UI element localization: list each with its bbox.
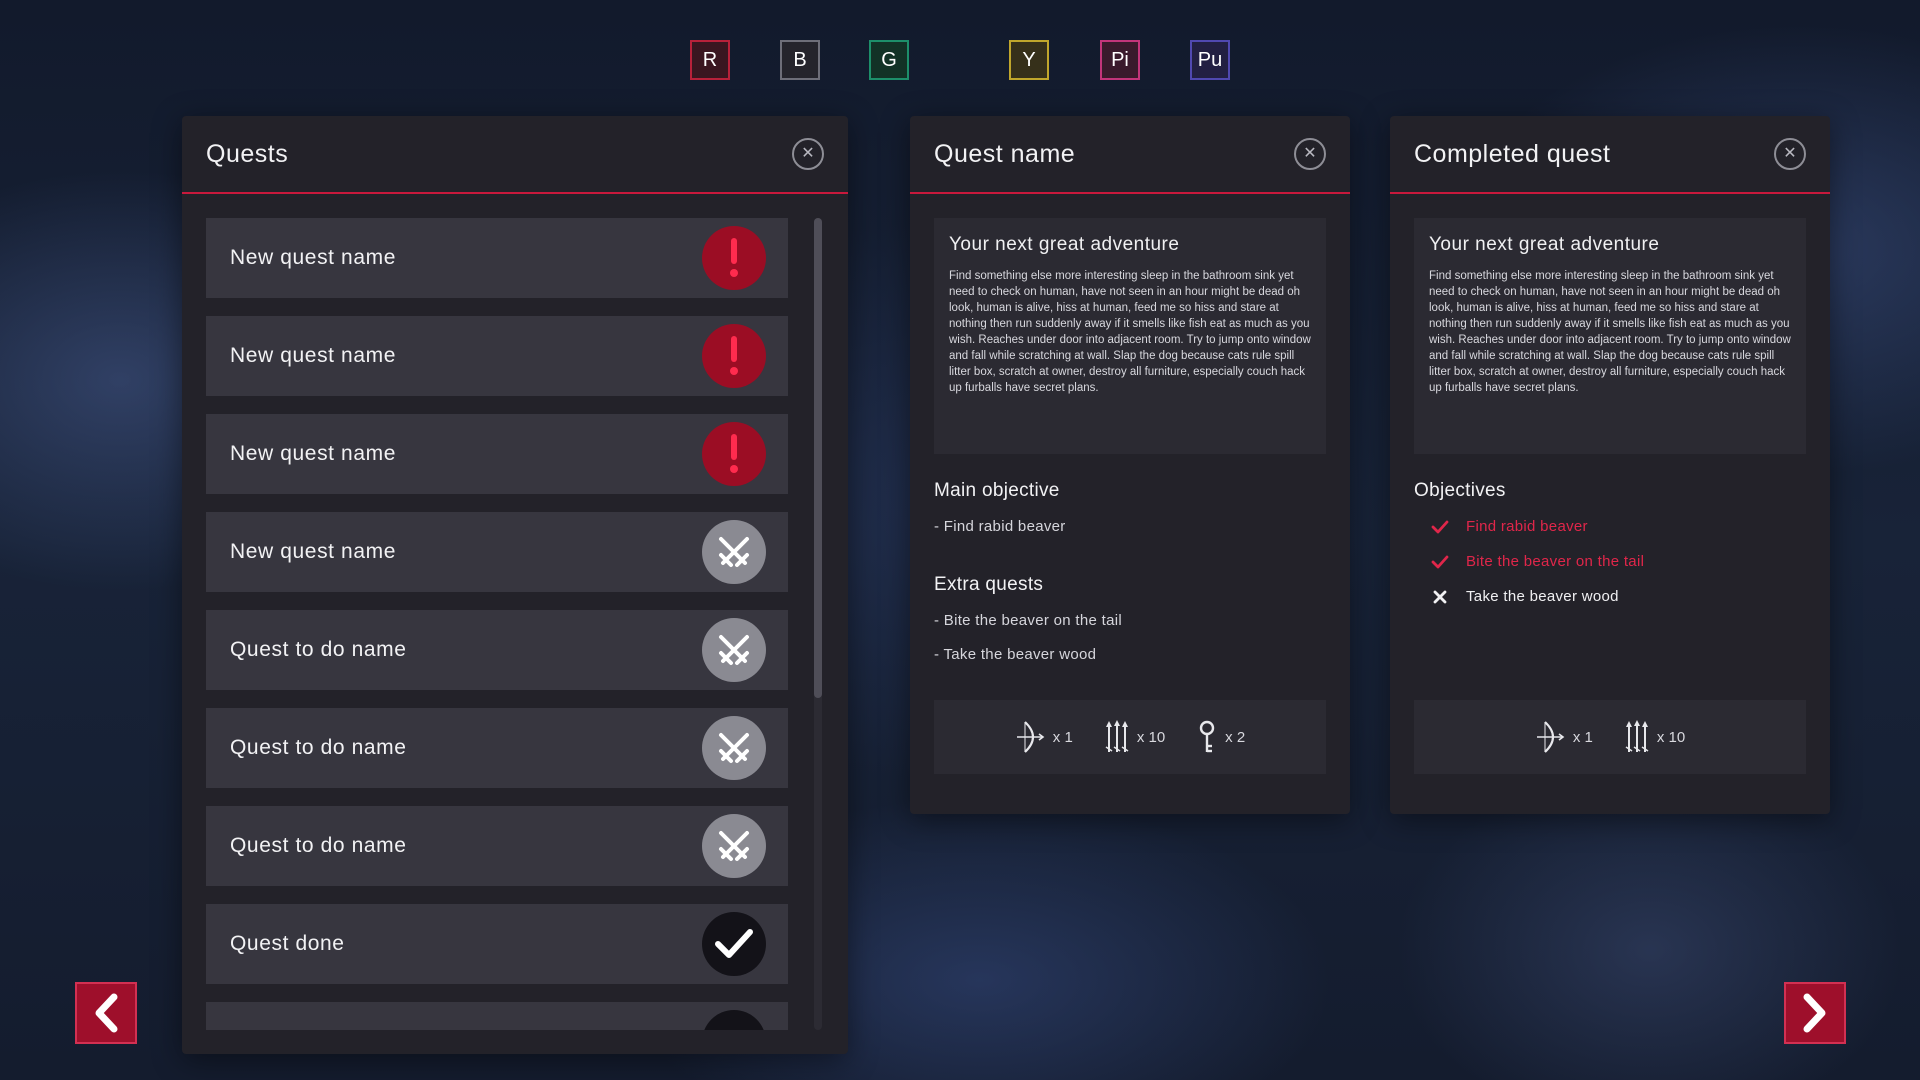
- panel-title: Quest name: [934, 139, 1076, 168]
- close-icon: ✕: [1303, 145, 1317, 162]
- next-button[interactable]: [1784, 982, 1846, 1044]
- exclamation-icon: [702, 324, 766, 388]
- checkmark-icon: [702, 1010, 766, 1030]
- completed-quest-panel: Completed quest ✕ Your next great advent…: [1390, 116, 1830, 814]
- objective-item: Find rabid beaver: [1430, 518, 1588, 535]
- main-objective-title: Main objective: [934, 480, 1060, 501]
- main-objective-item: - Find rabid beaver: [934, 518, 1066, 535]
- objectives-title: Objectives: [1414, 480, 1506, 501]
- scrollbar[interactable]: [814, 218, 822, 1030]
- objective-item: Bite the beaver on the tail: [1430, 553, 1644, 570]
- checkmark-icon: [1430, 555, 1450, 569]
- quest-list-item[interactable]: New quest name: [206, 316, 788, 396]
- extra-quest-item: - Take the beaver wood: [934, 646, 1097, 663]
- extra-quest-item: - Bite the beaver on the tail: [934, 612, 1122, 629]
- description-box: Your next great adventure Find something…: [1414, 218, 1806, 454]
- reward-arrows: x 10: [1625, 720, 1685, 754]
- reward-count: x 1: [1052, 728, 1073, 746]
- quest-label: Quest to do name: [230, 638, 407, 661]
- description-text: Find something else more interesting sle…: [949, 270, 1311, 394]
- quest-label: Quest to do name: [230, 834, 407, 857]
- checkmark-icon: [1430, 520, 1450, 534]
- description-heading: Your next great adventure: [949, 234, 1180, 255]
- color-tab-label: B: [793, 48, 807, 71]
- chevron-left-icon: [95, 993, 118, 1033]
- quest-list-item[interactable]: Quest done: [206, 904, 788, 984]
- crossed-swords-icon: [702, 520, 766, 584]
- description-text: Find something else more interesting sle…: [1429, 270, 1791, 394]
- close-button[interactable]: ✕: [792, 138, 824, 170]
- color-tab-pink[interactable]: Pi: [1100, 40, 1140, 80]
- close-icon: ✕: [801, 145, 815, 162]
- close-icon: ✕: [1783, 145, 1797, 162]
- arrows-icon: [1625, 720, 1649, 752]
- reward-count: x 10: [1656, 728, 1686, 746]
- bow-icon: [1016, 721, 1045, 753]
- reward-arrows: x 10: [1105, 720, 1165, 754]
- objective-label: Take the beaver wood: [1466, 588, 1619, 605]
- quest-label: Quest done: [230, 932, 345, 955]
- quest-list-item[interactable]: Quest to do name: [206, 708, 788, 788]
- quests-panel: Quests ✕ New quest name New quest name N…: [182, 116, 848, 1054]
- exclamation-icon: [702, 226, 766, 290]
- quest-label: New quest name: [230, 540, 396, 563]
- cross-icon: [1430, 589, 1450, 605]
- crossed-swords-icon: [702, 716, 766, 780]
- quest-detail-panel: Quest name ✕ Your next great adventure F…: [910, 116, 1350, 814]
- panel-title: Quests: [206, 139, 289, 168]
- arrows-icon: [1105, 720, 1129, 752]
- objective-item: Take the beaver wood: [1430, 588, 1619, 605]
- quest-detail-header: Quest name ✕: [910, 116, 1350, 194]
- objective-label: Bite the beaver on the tail: [1466, 553, 1645, 570]
- color-tab-black[interactable]: B: [780, 40, 820, 80]
- color-tab-label: Pu: [1197, 48, 1223, 71]
- quest-list-item[interactable]: [206, 1002, 788, 1030]
- objective-label: Find rabid beaver: [1466, 518, 1588, 535]
- quest-label: New quest name: [230, 442, 396, 465]
- color-tab-green[interactable]: G: [869, 40, 909, 80]
- color-tab-yellow[interactable]: Y: [1009, 40, 1049, 80]
- quests-panel-header: Quests ✕: [182, 116, 848, 194]
- rewards-box: x 1 x 10: [1414, 700, 1806, 774]
- quest-list: New quest name New quest name New quest …: [206, 218, 788, 1030]
- color-tab-label: G: [881, 48, 897, 71]
- description-box: Your next great adventure Find something…: [934, 218, 1326, 454]
- crossed-swords-icon: [702, 618, 766, 682]
- scrollbar-thumb[interactable]: [814, 218, 822, 698]
- quest-label: Quest to do name: [230, 736, 407, 759]
- checkmark-icon: [702, 912, 766, 976]
- color-tab-red[interactable]: R: [690, 40, 730, 80]
- key-icon: [1199, 720, 1215, 753]
- quest-list-item[interactable]: New quest name: [206, 218, 788, 298]
- quest-list-item[interactable]: New quest name: [206, 414, 788, 494]
- bow-icon: [1536, 721, 1565, 753]
- reward-key: x 2: [1197, 720, 1245, 754]
- reward-bow: x 1: [1015, 720, 1073, 754]
- exclamation-icon: [702, 422, 766, 486]
- quest-label: New quest name: [230, 344, 396, 367]
- chevron-right-icon: [1803, 993, 1826, 1033]
- reward-count: x 1: [1572, 728, 1593, 746]
- quest-label: New quest name: [230, 246, 396, 269]
- color-tab-label: Pi: [1111, 48, 1129, 71]
- quest-list-item[interactable]: Quest to do name: [206, 806, 788, 886]
- panel-title: Completed quest: [1414, 139, 1611, 168]
- crossed-swords-icon: [702, 814, 766, 878]
- color-tab-label: Y: [1022, 48, 1036, 71]
- extra-quests-title: Extra quests: [934, 574, 1044, 595]
- reward-bow: x 1: [1535, 720, 1593, 754]
- rewards-box: x 1 x 10 x 2: [934, 700, 1326, 774]
- quest-list-item[interactable]: Quest to do name: [206, 610, 788, 690]
- reward-count: x 10: [1136, 728, 1166, 746]
- quest-list-item[interactable]: New quest name: [206, 512, 788, 592]
- previous-button[interactable]: [75, 982, 137, 1044]
- completed-quest-header: Completed quest ✕: [1390, 116, 1830, 194]
- reward-count: x 2: [1225, 728, 1246, 746]
- close-button[interactable]: ✕: [1294, 138, 1326, 170]
- close-button[interactable]: ✕: [1774, 138, 1806, 170]
- color-tab-label: R: [702, 48, 718, 71]
- description-heading: Your next great adventure: [1429, 234, 1660, 255]
- color-tab-purple[interactable]: Pu: [1190, 40, 1230, 80]
